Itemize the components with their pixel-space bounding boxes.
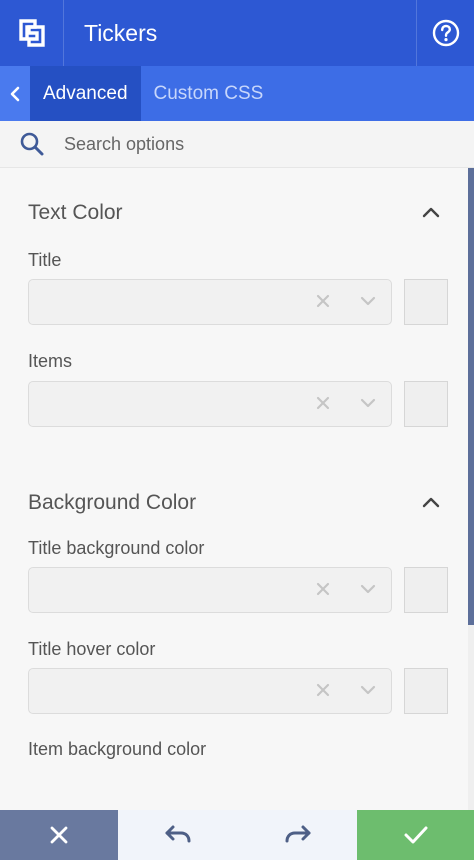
field-label: Title background color — [28, 538, 205, 558]
field-label: Item background color — [28, 739, 207, 759]
save-button[interactable] — [357, 810, 474, 860]
chevron-down-icon[interactable] — [359, 294, 377, 308]
app-header: Tickers — [0, 0, 474, 66]
search-icon — [0, 131, 64, 157]
search-bar — [0, 121, 474, 168]
title-background-color-swatch[interactable] — [404, 567, 448, 613]
back-button[interactable] — [0, 66, 30, 121]
chevron-up-icon[interactable] — [420, 494, 442, 510]
search-input[interactable] — [64, 133, 444, 155]
help-circle-icon[interactable] — [416, 0, 474, 66]
items-color-swatch[interactable] — [404, 381, 448, 427]
panel-title: Tickers — [84, 19, 158, 46]
builder-logo-icon[interactable] — [0, 0, 64, 66]
options-panel: Text Color Title Items Background Color … — [0, 168, 468, 810]
chevron-down-icon[interactable] — [359, 396, 377, 410]
title-color-select[interactable] — [28, 279, 392, 325]
chevron-up-icon[interactable] — [420, 204, 442, 220]
section-title[interactable]: Background Color — [28, 491, 196, 515]
checkmark-icon — [404, 826, 427, 844]
items-color-select[interactable] — [28, 381, 392, 427]
title-hover-color-swatch[interactable] — [404, 668, 448, 714]
clear-icon[interactable] — [315, 581, 331, 597]
redo-icon — [285, 825, 310, 843]
clear-icon[interactable] — [315, 682, 331, 698]
field-label: Title hover color — [28, 639, 156, 659]
redo-button[interactable] — [238, 810, 357, 860]
tab-bar: Advanced Custom CSS — [0, 66, 474, 121]
title-color-swatch[interactable] — [404, 279, 448, 325]
scrollbar-track[interactable] — [468, 625, 474, 810]
chevron-down-icon[interactable] — [359, 582, 377, 596]
title-background-color-select[interactable] — [28, 567, 392, 613]
close-icon — [50, 826, 68, 844]
chevron-left-icon — [10, 86, 20, 101]
undo-icon — [165, 825, 191, 843]
field-label: Title — [28, 250, 62, 270]
chevron-down-icon[interactable] — [359, 683, 377, 697]
action-bar — [0, 810, 474, 860]
cancel-button[interactable] — [0, 810, 118, 860]
clear-icon[interactable] — [315, 293, 331, 309]
tab-custom-css[interactable]: Custom CSS — [141, 66, 277, 121]
undo-button[interactable] — [118, 810, 238, 860]
title-hover-color-select[interactable] — [28, 668, 392, 714]
section-text-color: Text Color Title Items — [0, 168, 468, 458]
field-label: Items — [28, 351, 73, 371]
clear-icon[interactable] — [315, 395, 331, 411]
scrollbar-thumb[interactable] — [468, 168, 474, 625]
section-background-color: Background Color Title background color … — [0, 458, 468, 810]
tab-advanced[interactable]: Advanced — [30, 66, 141, 121]
section-title[interactable]: Text Color — [28, 201, 123, 225]
